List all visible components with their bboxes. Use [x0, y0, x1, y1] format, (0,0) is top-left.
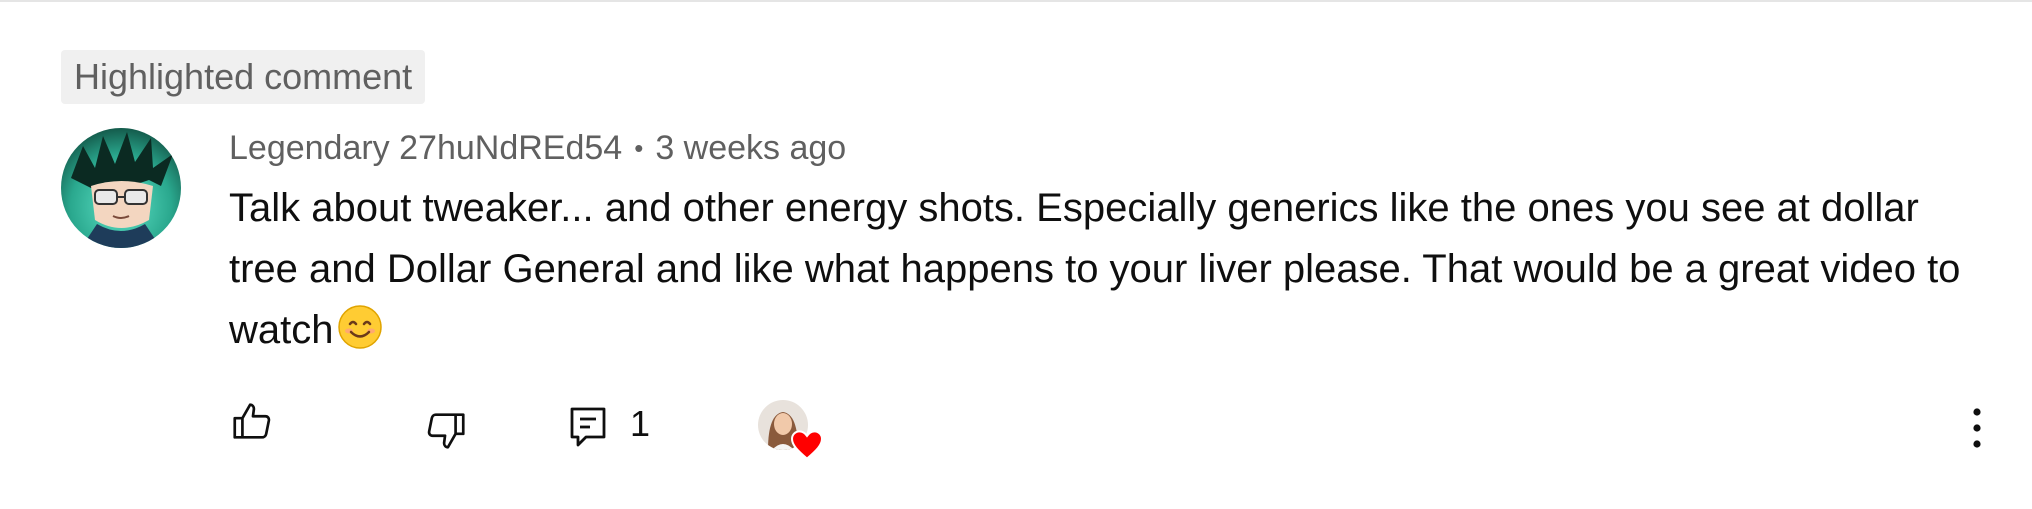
comment-reply-icon [570, 407, 606, 447]
dislike-button[interactable] [423, 407, 469, 453]
comment-text: Talk about tweaker... and other energy s… [229, 186, 1961, 352]
top-divider [0, 0, 2032, 2]
thumbs-down-icon [427, 413, 465, 449]
comment-body: Talk about tweaker... and other energy s… [229, 178, 1989, 361]
more-vertical-icon [1973, 408, 1981, 448]
smiling-face-emoji-icon [337, 305, 382, 349]
more-actions-button[interactable] [1962, 405, 1992, 451]
comment-timestamp[interactable]: 3 weeks ago [655, 129, 846, 168]
reply-count[interactable]: 1 [630, 400, 650, 448]
like-button[interactable] [229, 399, 275, 445]
author-name[interactable]: Legendary 27huNdREd54 [229, 129, 622, 168]
author-avatar[interactable] [61, 128, 181, 248]
comment-meta: Legendary 27huNdREd54 • 3 weeks ago [229, 124, 846, 172]
meta-separator: • [634, 132, 644, 163]
creator-heart-badge [758, 400, 824, 462]
reply-button[interactable] [568, 405, 608, 451]
heart-icon [790, 430, 824, 460]
thumbs-up-icon [233, 403, 271, 439]
highlighted-comment-badge: Highlighted comment [61, 50, 426, 104]
